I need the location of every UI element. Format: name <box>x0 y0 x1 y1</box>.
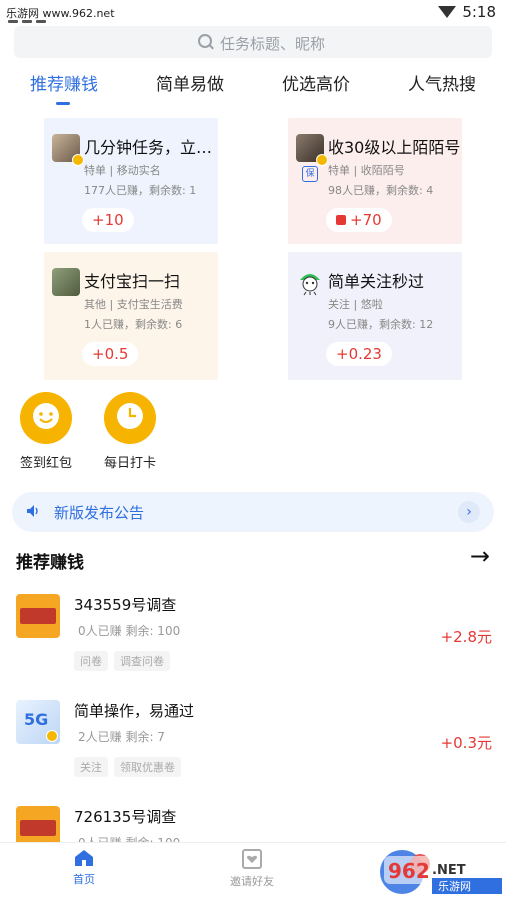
daily-clock-shortcut[interactable]: 每日打卡 <box>100 392 160 471</box>
wifi-icon <box>438 6 456 18</box>
tag: 关注 <box>74 757 108 777</box>
list-item[interactable]: 726135号调查 0人已赚 剩余: 100 <box>0 798 506 842</box>
list-item-stats: 2人已赚 剩余: 7 <box>78 730 165 744</box>
tag: 领取优惠卷 <box>114 757 181 777</box>
task-stats: 177人已赚，剩余数: 1 <box>84 184 197 197</box>
category-tabs: 推荐赚钱 简单易做 优选高价 人气热搜 <box>0 70 506 110</box>
checkin-shortcut[interactable]: 签到红包 <box>16 392 76 471</box>
tag: 问卷 <box>74 651 108 671</box>
task-reward: +0.5 <box>82 342 139 366</box>
list-item-stats: 0人已赚 剩余: 100 <box>78 624 181 638</box>
svg-text:962: 962 <box>388 859 430 883</box>
red-packet-icon <box>336 215 346 225</box>
task-card[interactable]: 支付宝扫一扫 其他 | 支付宝生活费 1人已赚，剩余数: 6 +0.5 <box>44 252 218 380</box>
task-title: 收30级以上陌陌号 <box>328 138 461 157</box>
tab-popular[interactable]: 人气热搜 <box>408 70 476 95</box>
speaker-icon <box>27 505 38 517</box>
announcement-text: 新版发布公告 <box>54 504 145 522</box>
heart-mail-icon <box>242 849 262 869</box>
status-bar: 乐游网 www.962.net 5:18 <box>0 0 506 26</box>
verified-badge-icon <box>316 154 328 166</box>
tab-high-price[interactable]: 优选高价 <box>282 70 350 95</box>
list-item-price: +0.3元 <box>440 734 492 752</box>
task-avatar <box>296 268 324 296</box>
tab-indicator <box>56 102 70 105</box>
svg-text:乐游网: 乐游网 <box>438 880 471 893</box>
task-reward: +70 <box>326 208 392 232</box>
home-icon <box>74 849 94 867</box>
tab-recommend[interactable]: 推荐赚钱 <box>30 70 98 95</box>
task-stats: 9人已赚，剩余数: 12 <box>328 318 434 331</box>
nav-home-label: 首页 <box>73 873 95 886</box>
svg-text:.NET: .NET <box>432 863 466 878</box>
nav-invite-label: 邀请好友 <box>230 875 274 888</box>
list-item-title: 简单操作，易通过 <box>74 702 195 720</box>
survey-thumbnail <box>16 594 60 638</box>
status-left-text: 乐游网 www.962.net <box>6 7 115 20</box>
tag: 调查问卷 <box>114 651 170 671</box>
task-stats: 98人已赚，剩余数: 4 <box>328 184 434 197</box>
section-title: 推荐赚钱 <box>16 553 84 573</box>
arrow-right-icon[interactable]: → <box>470 542 490 570</box>
task-card[interactable]: 简单关注秒过 关注 | 悠啦 9人已赚，剩余数: 12 +0.23 <box>288 252 462 380</box>
daily-clock-label: 每日打卡 <box>103 456 156 471</box>
list-item-price: +2.8元 <box>440 628 492 646</box>
task-reward: +0.23 <box>326 342 392 366</box>
verified-badge-icon <box>72 154 84 166</box>
search-icon <box>198 34 212 48</box>
chevron-right-icon[interactable]: › <box>458 501 480 523</box>
task-tags: 关注 | 悠啦 <box>328 298 383 311</box>
task-tags: 特单 | 收陌陌号 <box>328 164 405 177</box>
status-time: 5:18 <box>462 3 496 21</box>
list-item[interactable]: 5G 简单操作，易通过 2人已赚 剩余: 7 关注 领取优惠卷 +0.3元 <box>0 692 506 792</box>
checkin-label: 签到红包 <box>19 456 72 471</box>
task-card[interactable]: 保 收30级以上陌陌号 特单 | 收陌陌号 98人已赚，剩余数: 4 +70 <box>288 118 462 244</box>
watermark-logo: 962 .NET 乐游网 <box>368 842 506 900</box>
smile-icon <box>20 392 72 444</box>
task-title: 支付宝扫一扫 <box>84 272 181 291</box>
task-avatar <box>52 268 80 296</box>
clock-icon <box>104 392 156 444</box>
tab-easy[interactable]: 简单易做 <box>156 70 224 95</box>
list-item-tags: 问卷 调查问卷 <box>74 650 176 671</box>
task-reward: +10 <box>82 208 134 232</box>
guarantee-icon: 保 <box>302 166 318 182</box>
task-thumbnail: 5G <box>16 700 60 744</box>
nav-invite[interactable]: 邀请好友 <box>212 849 292 889</box>
nav-home[interactable]: 首页 <box>44 849 124 887</box>
task-stats: 1人已赚，剩余数: 6 <box>84 318 183 331</box>
list-item[interactable]: 343559号调查 0人已赚 剩余: 100 问卷 调查问卷 +2.8元 <box>0 586 506 686</box>
survey-thumbnail <box>16 806 60 842</box>
announcement-bar[interactable]: 新版发布公告 › <box>12 492 494 532</box>
search-input[interactable]: 任务标题、昵称 <box>14 26 492 58</box>
task-tags: 其他 | 支付宝生活费 <box>84 298 183 311</box>
task-title: 几分钟任务，立… <box>84 138 213 157</box>
task-tags: 特单 | 移动实名 <box>84 164 161 177</box>
search-placeholder: 任务标题、昵称 <box>220 35 326 53</box>
task-card[interactable]: 几分钟任务，立… 特单 | 移动实名 177人已赚，剩余数: 1 +10 <box>44 118 218 244</box>
task-title: 简单关注秒过 <box>328 272 425 291</box>
list-item-tags: 关注 领取优惠卷 <box>74 756 187 777</box>
list-item-title: 726135号调查 <box>74 808 177 826</box>
list-item-title: 343559号调查 <box>74 596 177 614</box>
list-item-stats: 0人已赚 剩余: 100 <box>78 834 180 842</box>
